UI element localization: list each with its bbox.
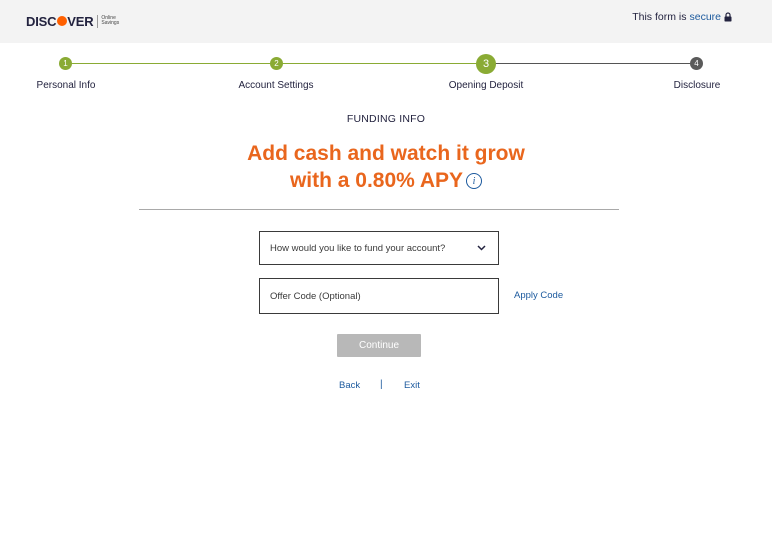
- step-1-label: Personal Info: [36, 80, 96, 91]
- logo-wordmark: DISC VER: [26, 13, 94, 29]
- logo-subtitle: Online Savings: [101, 14, 120, 26]
- headline-line-2: with a 0.80% APY i: [0, 167, 772, 194]
- logo-o-circle: [56, 16, 67, 26]
- logo-separator: [97, 14, 99, 28]
- chevron-down-icon: [477, 243, 486, 252]
- link-separator: |: [380, 379, 383, 390]
- info-icon[interactable]: i: [466, 173, 483, 190]
- lock-icon: [724, 12, 732, 22]
- section-divider: [139, 209, 619, 210]
- back-link[interactable]: Back: [339, 380, 360, 391]
- step-4-label: Disclosure: [673, 80, 721, 91]
- continue-button[interactable]: Continue: [337, 334, 421, 357]
- progress-stepper: 1 2 3 4 Personal Info Account Settings O…: [0, 54, 772, 95]
- step-1-indicator: 1: [59, 57, 72, 70]
- secure-prefix: This form is: [632, 11, 687, 23]
- secure-notice: This form is secure: [632, 11, 732, 23]
- funding-select-value: How would you like to fund your account?: [270, 242, 446, 254]
- step-4-indicator: 4: [690, 57, 703, 70]
- step-connector-2: [486, 63, 697, 64]
- promo-headline: Add cash and watch it grow with a 0.80% …: [0, 140, 772, 194]
- funding-method-select[interactable]: How would you like to fund your account?: [259, 231, 499, 265]
- step-3-label: Opening Deposit: [448, 80, 524, 91]
- step-2-indicator: 2: [270, 57, 283, 70]
- step-3-indicator: 3: [476, 54, 496, 74]
- exit-link[interactable]: Exit: [404, 380, 420, 391]
- page-header: DISC VER Online Savings This form is secu…: [0, 0, 772, 43]
- offer-code-input[interactable]: [259, 278, 499, 314]
- apply-code-link[interactable]: Apply Code: [514, 290, 563, 301]
- section-title: FUNDING INFO: [346, 113, 426, 125]
- secure-link[interactable]: secure: [689, 11, 721, 23]
- headline-line-1: Add cash and watch it grow: [247, 142, 525, 165]
- step-2-label: Account Settings: [238, 80, 314, 91]
- discover-logo[interactable]: DISC VER Online Savings: [26, 12, 119, 30]
